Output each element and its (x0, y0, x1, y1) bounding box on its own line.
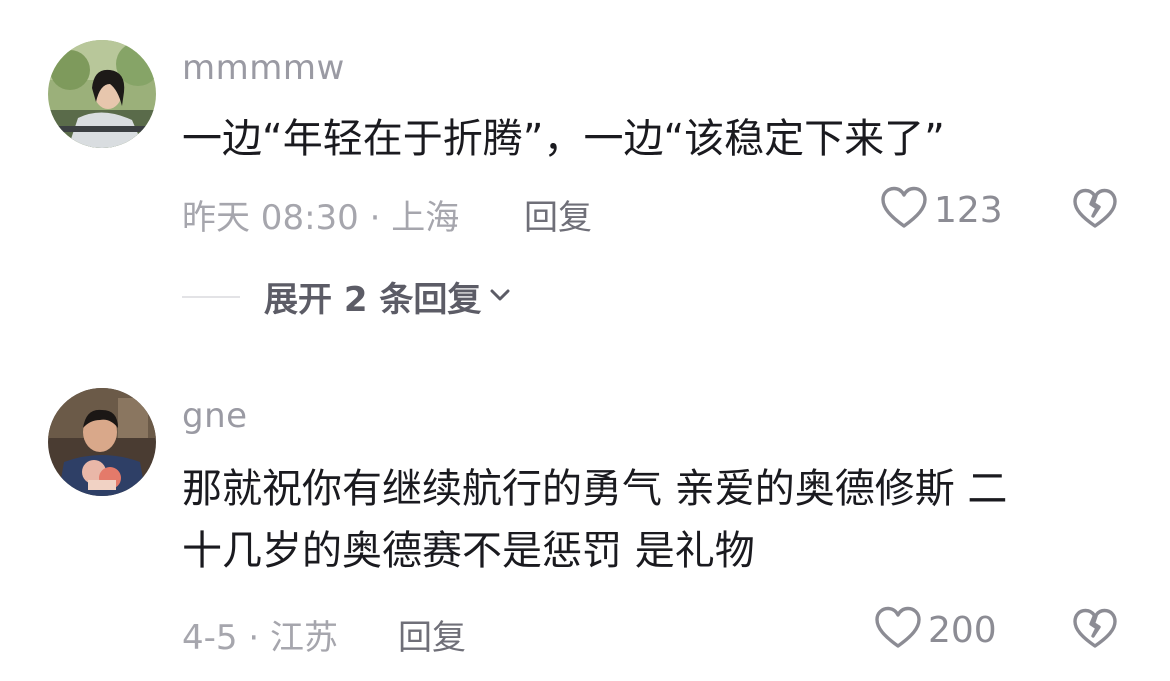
comment-item: gne 那就祝你有继续航行的勇气 亲爱的奥德修斯 二 十几岁的奥德赛不是惩罚 是… (0, 340, 1170, 681)
time-location: 4-5 · 江苏 (182, 618, 338, 658)
comment-text-line: 一边“年轻在于折腾”，一边“该稳定下来了” (182, 116, 945, 162)
time-location: 昨天 08:30 · 上海 (182, 198, 460, 238)
expand-replies-label: 展开 2 条回复 (264, 280, 482, 320)
comment-item: mmmmw 一边“年轻在于折腾”，一边“该稳定下来了” 昨天 08:30 · 上… (0, 0, 1170, 340)
username[interactable]: gne (182, 396, 248, 436)
heart-outline-icon (874, 606, 922, 654)
like-count: 200 (928, 609, 997, 651)
like-button[interactable]: 200 (874, 606, 997, 654)
comment-text-line: 十几岁的奥德赛不是惩罚 是礼物 (182, 528, 755, 574)
expand-replies-button[interactable]: 展开 2 条回复 (182, 272, 511, 321)
username[interactable]: mmmmw (182, 48, 345, 88)
comment-text-line: 那就祝你有继续航行的勇气 亲爱的奥德修斯 二 (182, 466, 1008, 512)
comment-text: 一边“年轻在于折腾”，一边“该稳定下来了” (182, 108, 945, 170)
like-button[interactable]: 123 (880, 186, 1003, 234)
broken-heart-icon (1072, 188, 1118, 234)
dislike-button[interactable] (1072, 608, 1118, 654)
dislike-button[interactable] (1072, 188, 1118, 234)
broken-heart-icon (1072, 608, 1118, 654)
reply-button[interactable]: 回复 (398, 610, 466, 659)
avatar[interactable] (48, 40, 156, 148)
comment-text: 那就祝你有继续航行的勇气 亲爱的奥德修斯 二 十几岁的奥德赛不是惩罚 是礼物 (182, 458, 1007, 582)
divider (182, 295, 240, 298)
avatar[interactable] (48, 388, 156, 496)
chevron-down-icon (489, 287, 511, 307)
reply-button[interactable]: 回复 (524, 190, 592, 239)
heart-outline-icon (880, 186, 928, 234)
like-count: 123 (934, 189, 1003, 231)
